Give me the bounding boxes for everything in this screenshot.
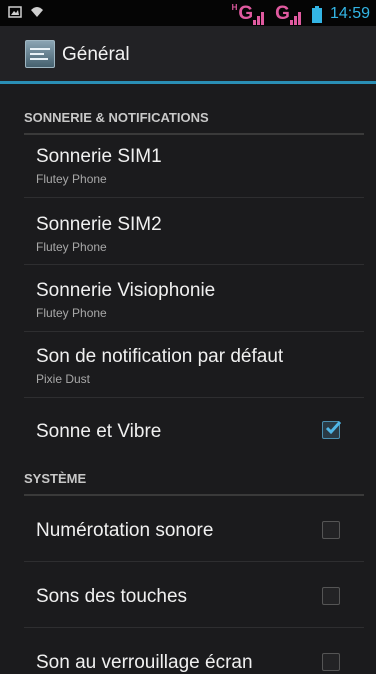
status-bar: H G G 14:59	[0, 0, 376, 26]
status-bar-left	[8, 5, 44, 19]
battery-icon	[311, 5, 322, 23]
setting-title: Sonnerie SIM1	[36, 146, 162, 167]
dial-pad-tones-checkbox[interactable]	[322, 521, 340, 539]
setting-item-ring-and-vibrate[interactable]: Sonne et Vibre	[36, 421, 356, 443]
setting-summary: Flutey Phone	[36, 240, 107, 254]
setting-item-ringtone-sim2[interactable]: Sonnerie SIM2 Flutey Phone	[36, 214, 356, 254]
setting-summary: Pixie Dust	[36, 372, 91, 386]
setting-item-touch-sounds[interactable]: Sons des touches	[36, 586, 356, 608]
divider	[24, 561, 364, 562]
setting-summary: Flutey Phone	[36, 172, 107, 186]
wifi-icon	[31, 7, 43, 17]
page-title: Général	[62, 44, 130, 65]
setting-item-ringtone-videophone[interactable]: Sonnerie Visiophonie Flutey Phone	[36, 280, 356, 320]
screen-lock-sound-checkbox[interactable]	[322, 653, 340, 671]
checkmark-icon	[325, 420, 342, 435]
setting-title: Sonnerie Visiophonie	[36, 280, 216, 301]
setting-title: Son au verrouillage écran	[36, 652, 253, 673]
network-indicator-sim2: G	[275, 3, 304, 25]
setting-item-default-notification[interactable]: Son de notification par défaut Pixie Dus…	[36, 346, 356, 386]
touch-sounds-checkbox[interactable]	[322, 587, 340, 605]
ring-and-vibrate-checkbox[interactable]	[322, 420, 342, 439]
setting-summary: Flutey Phone	[36, 306, 107, 320]
action-bar: Général	[0, 26, 376, 84]
section-header-ringtone: SONNERIE & NOTIFICATIONS	[24, 110, 364, 135]
signal-bars-icon	[289, 12, 301, 25]
divider	[24, 264, 364, 265]
network-indicator-sim1: H G	[232, 3, 268, 25]
setting-title: Sonne et Vibre	[36, 421, 162, 442]
divider	[24, 627, 364, 628]
settings-app-icon[interactable]	[25, 40, 55, 68]
signal-bars-icon	[253, 12, 265, 25]
section-header-system: SYSTÈME	[24, 471, 364, 496]
setting-item-ringtone-sim1[interactable]: Sonnerie SIM1 Flutey Phone	[36, 146, 356, 186]
setting-title: Son de notification par défaut	[36, 346, 284, 367]
network-type-label: G	[238, 3, 254, 24]
setting-title: Sons des touches	[36, 586, 188, 607]
setting-item-screen-lock-sound[interactable]: Son au verrouillage écran	[36, 652, 356, 674]
image-notification-icon	[8, 6, 22, 18]
setting-item-dial-pad-tones[interactable]: Numérotation sonore	[36, 520, 356, 542]
network-type-label: G	[275, 3, 290, 24]
setting-title: Sonnerie SIM2	[36, 214, 162, 235]
divider	[24, 331, 364, 332]
status-bar-right: H G G 14:59	[232, 3, 370, 25]
setting-title: Numérotation sonore	[36, 520, 214, 541]
divider	[24, 397, 364, 398]
hspa-label: H	[231, 3, 238, 12]
status-time: 14:59	[329, 5, 370, 22]
divider	[24, 197, 364, 198]
